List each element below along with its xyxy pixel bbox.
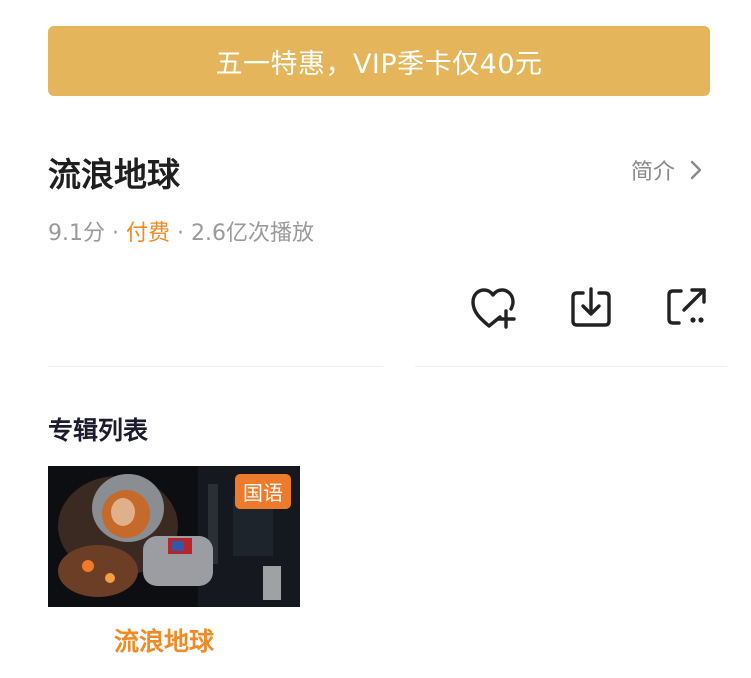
- album-section-title: 专辑列表: [48, 416, 149, 445]
- share-icon: [667, 288, 706, 325]
- promo-banner[interactable]: 五一特惠，VIP季卡仅40元: [48, 26, 710, 96]
- action-bar: [470, 284, 710, 332]
- meta-separator: ·: [105, 221, 126, 246]
- promo-banner-text: 五一特惠，VIP季卡仅40元: [215, 48, 543, 80]
- heart-plus-icon: [471, 288, 516, 329]
- download-icon: [571, 287, 611, 327]
- divider: [48, 366, 383, 367]
- album-card[interactable]: 国语: [48, 466, 300, 607]
- intro-link[interactable]: 简介: [631, 154, 703, 186]
- score-text: 9.1分: [48, 221, 105, 246]
- show-meta: 9.1分 · 付费 · 2.6亿次播放: [48, 215, 314, 247]
- intro-label: 简介: [630, 160, 675, 185]
- pay-status: 付费: [125, 221, 170, 246]
- favorite-button[interactable]: [470, 284, 516, 330]
- show-title: 流浪地球: [48, 155, 180, 194]
- language-badge: 国语: [235, 474, 291, 509]
- share-button[interactable]: [664, 284, 710, 330]
- download-button[interactable]: [568, 284, 614, 330]
- play-count: 2.6亿次播放: [190, 221, 314, 246]
- meta-separator: ·: [170, 221, 191, 246]
- divider: [415, 366, 727, 367]
- album-title[interactable]: 流浪地球: [48, 622, 280, 658]
- chevron-right-icon: [690, 160, 702, 180]
